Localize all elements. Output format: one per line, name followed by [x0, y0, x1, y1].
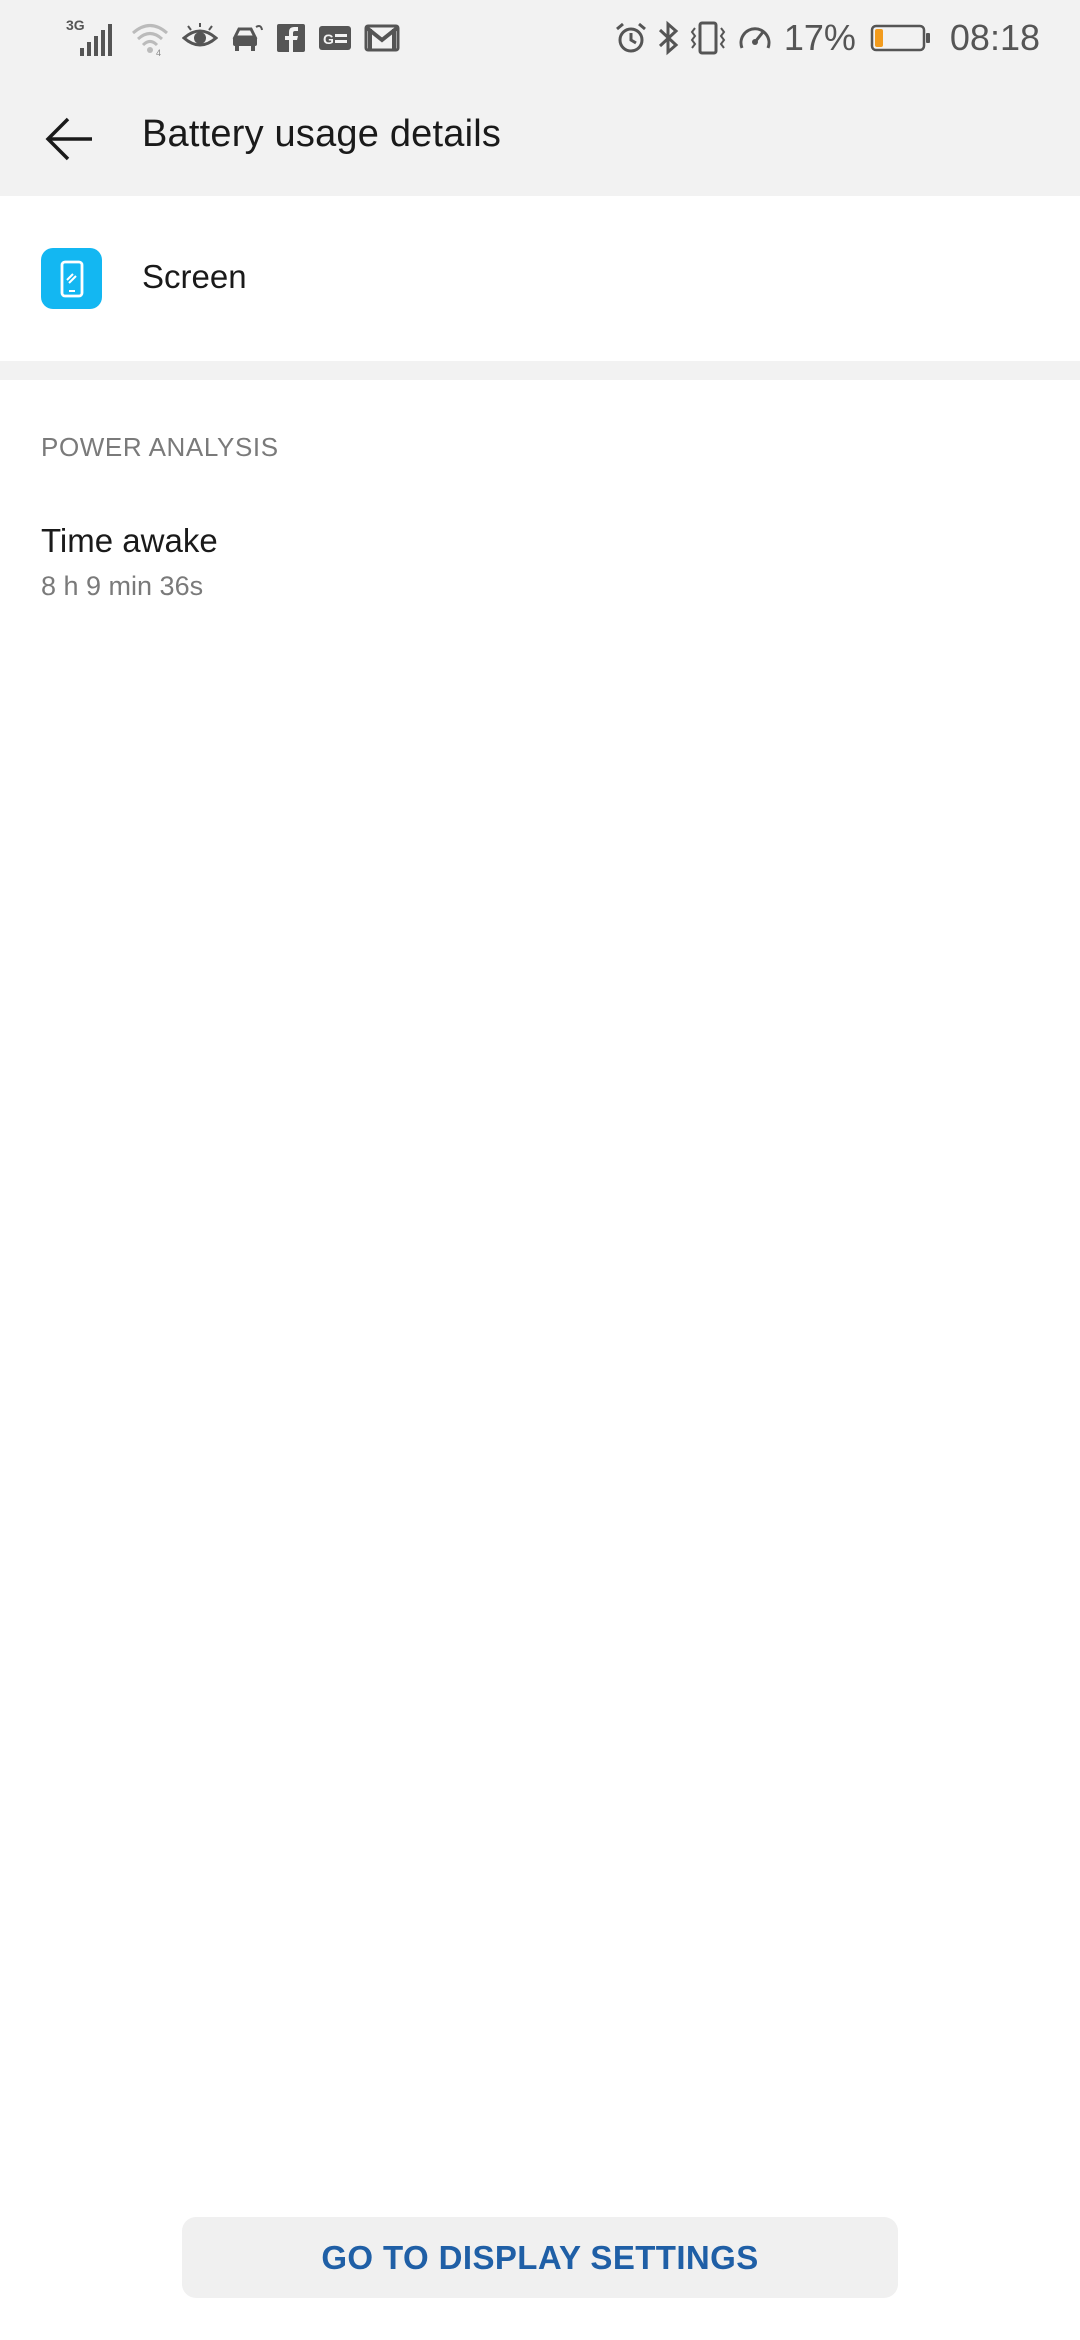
- battery-percent: 17%: [783, 17, 856, 58]
- section-divider: [0, 361, 1080, 380]
- vibrate-icon: [688, 20, 728, 56]
- car-icon: [230, 21, 264, 55]
- battery-fill: [874, 29, 883, 47]
- battery-icon: [870, 23, 932, 53]
- arrow-left-icon: [45, 117, 92, 161]
- news-icon: G: [318, 23, 352, 53]
- back-button[interactable]: [28, 97, 112, 181]
- speedometer-icon: [736, 20, 774, 56]
- time-awake-value: 8 h 9 min 36s: [41, 571, 204, 601]
- svg-text:G: G: [323, 31, 334, 47]
- app-row: Screen: [0, 196, 1080, 361]
- app-name: Screen: [142, 258, 247, 295]
- wifi-icon: 4: [130, 18, 170, 58]
- eye-icon: [182, 20, 218, 56]
- go-to-display-settings-button[interactable]: GO TO DISPLAY SETTINGS: [182, 2217, 898, 2298]
- signal-3g-icon: 3G: [66, 16, 118, 60]
- svg-text:4: 4: [156, 48, 161, 58]
- bluetooth-icon: [656, 20, 680, 56]
- clock-time: 08:18: [949, 17, 1040, 58]
- time-awake-label: Time awake: [41, 522, 218, 559]
- status-bar-left: 3G 4 G: [66, 16, 400, 60]
- alarm-icon: [614, 21, 648, 55]
- app-bar: Battery usage details: [0, 75, 1080, 196]
- facebook-icon: [276, 23, 306, 53]
- status-bar: 3G 4 G 17% 08:18: [0, 0, 1080, 75]
- network-type-label: 3G: [66, 17, 85, 33]
- page-title: Battery usage details: [142, 113, 502, 155]
- gmail-icon: [364, 23, 400, 53]
- status-bar-right: 17% 08:18: [614, 16, 1040, 60]
- power-analysis-header: POWER ANALYSIS: [41, 432, 279, 462]
- screen-icon: [41, 248, 102, 309]
